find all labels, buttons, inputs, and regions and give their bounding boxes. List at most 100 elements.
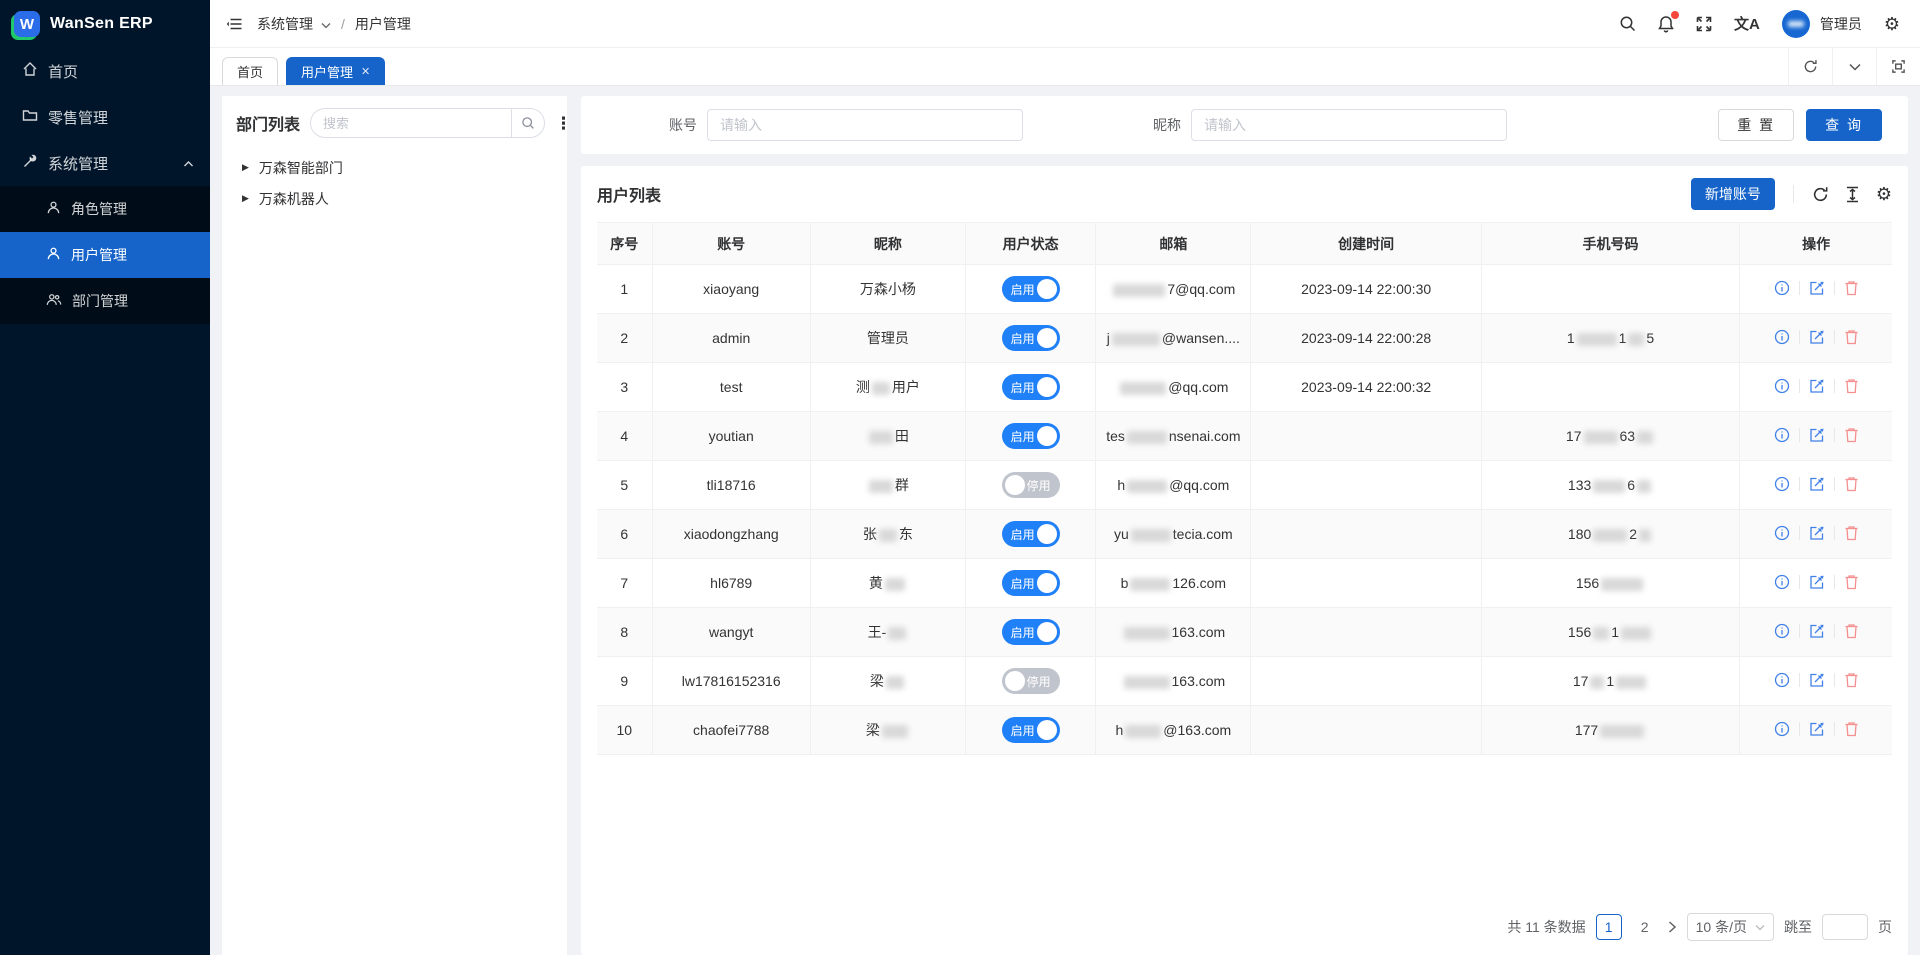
department-search-input[interactable]: [310, 108, 511, 138]
status-toggle-on[interactable]: 启用: [1002, 521, 1060, 547]
next-page-icon[interactable]: [1668, 921, 1677, 933]
cell-status: 启用: [966, 412, 1096, 461]
tree-item-dept-1[interactable]: ▶ 万森智能部门: [236, 152, 553, 183]
delete-icon[interactable]: [1844, 329, 1859, 345]
tree-item-label: 万森智能部门: [259, 158, 343, 178]
redacted-text: [885, 578, 905, 591]
table-row: 2admin管理员启用j@wansen....2023-09-14 22:00:…: [597, 314, 1892, 363]
delete-icon[interactable]: [1844, 672, 1859, 688]
status-toggle-on[interactable]: 启用: [1002, 325, 1060, 351]
redacted-text: [882, 725, 908, 738]
delete-icon[interactable]: [1844, 623, 1859, 639]
info-icon[interactable]: [1774, 378, 1790, 394]
sidebar-item-system[interactable]: 系统管理: [0, 140, 210, 186]
status-toggle-on[interactable]: 启用: [1002, 276, 1060, 302]
sidebar-item-dept-mgmt[interactable]: 部门管理: [0, 278, 210, 324]
gear-icon[interactable]: ⚙: [1876, 185, 1892, 203]
toggle-knob: [1037, 377, 1057, 397]
cell-account: wangyt: [652, 608, 810, 657]
account-filter-input[interactable]: [707, 109, 1023, 141]
delete-icon[interactable]: [1844, 378, 1859, 394]
sidebar-item-role-mgmt[interactable]: 角色管理: [0, 186, 210, 232]
cell-actions: [1740, 363, 1892, 412]
edit-icon[interactable]: [1809, 672, 1825, 688]
status-toggle-off[interactable]: 停用: [1002, 668, 1060, 694]
cell-status: 启用: [966, 265, 1096, 314]
edit-icon[interactable]: [1809, 427, 1825, 443]
divider: [1799, 624, 1800, 638]
status-toggle-on[interactable]: 启用: [1002, 423, 1060, 449]
edit-icon[interactable]: [1809, 574, 1825, 590]
avatar[interactable]: [1782, 10, 1810, 38]
jump-page-input[interactable]: [1822, 914, 1868, 940]
status-toggle-on[interactable]: 启用: [1002, 570, 1060, 596]
more-options-icon[interactable]: ⋮: [555, 115, 572, 132]
tab-user-mgmt[interactable]: 用户管理 ✕: [286, 57, 385, 85]
cell-phone: [1481, 363, 1739, 412]
edit-icon[interactable]: [1809, 280, 1825, 296]
chevron-down-icon[interactable]: [1832, 48, 1876, 85]
info-icon[interactable]: [1774, 525, 1790, 541]
row-height-icon[interactable]: [1845, 186, 1860, 203]
department-search-button[interactable]: [511, 108, 545, 138]
maximize-icon[interactable]: [1876, 48, 1920, 85]
delete-icon[interactable]: [1844, 280, 1859, 296]
gear-icon[interactable]: ⚙: [1884, 15, 1900, 33]
user-table: 序号 账号 昵称 用户状态 邮箱 创建时间 手机号码 操作 1xiaoyang万…: [597, 222, 1892, 755]
status-toggle-off[interactable]: 停用: [1002, 472, 1060, 498]
edit-icon[interactable]: [1809, 623, 1825, 639]
edit-icon[interactable]: [1809, 329, 1825, 345]
status-toggle-on[interactable]: 启用: [1002, 619, 1060, 645]
close-icon[interactable]: ✕: [361, 65, 370, 78]
refresh-icon[interactable]: [1788, 48, 1832, 85]
cell-created: [1251, 608, 1481, 657]
info-icon[interactable]: [1774, 280, 1790, 296]
info-icon[interactable]: [1774, 476, 1790, 492]
menu-fold-icon[interactable]: [226, 16, 243, 32]
delete-icon[interactable]: [1844, 525, 1859, 541]
tree-item-dept-2[interactable]: ▶ 万森机器人: [236, 183, 553, 214]
bell-icon[interactable]: [1658, 15, 1674, 33]
app-window: W WanSen ERP 首页 零售管理 系统管理 角色管理: [0, 0, 1920, 955]
add-account-button[interactable]: 新增账号: [1691, 178, 1775, 210]
table-row: 6xiaodongzhang张东启用yutecia.com1802: [597, 510, 1892, 559]
divider: [1834, 330, 1835, 344]
sidebar-item-retail[interactable]: 零售管理: [0, 94, 210, 140]
delete-icon[interactable]: [1844, 574, 1859, 590]
edit-icon[interactable]: [1809, 525, 1825, 541]
caret-right-icon[interactable]: ▶: [242, 193, 249, 204]
page-button-2[interactable]: 2: [1632, 914, 1658, 940]
current-user-name[interactable]: 管理员: [1820, 14, 1862, 34]
status-toggle-on[interactable]: 启用: [1002, 374, 1060, 400]
delete-icon[interactable]: [1844, 721, 1859, 737]
refresh-icon[interactable]: [1812, 186, 1829, 203]
reset-button[interactable]: 重 置: [1718, 109, 1794, 141]
search-icon[interactable]: [1619, 15, 1636, 32]
translate-icon[interactable]: 文A: [1734, 13, 1760, 34]
delete-icon[interactable]: [1844, 476, 1859, 492]
search-button[interactable]: 查 询: [1806, 109, 1882, 141]
row-actions: [1774, 378, 1859, 394]
edit-icon[interactable]: [1809, 476, 1825, 492]
cell-account: admin: [652, 314, 810, 363]
info-icon[interactable]: [1774, 427, 1790, 443]
nickname-filter-input[interactable]: [1191, 109, 1507, 141]
table-row: 10chaofei7788梁启用h@163.com177: [597, 706, 1892, 755]
tab-home[interactable]: 首页: [222, 57, 278, 85]
fullscreen-icon[interactable]: [1696, 16, 1712, 32]
info-icon[interactable]: [1774, 574, 1790, 590]
info-icon[interactable]: [1774, 329, 1790, 345]
sidebar-item-home[interactable]: 首页: [0, 48, 210, 94]
caret-right-icon[interactable]: ▶: [242, 162, 249, 173]
page-size-select[interactable]: 10 条/页: [1687, 913, 1774, 941]
info-icon[interactable]: [1774, 672, 1790, 688]
delete-icon[interactable]: [1844, 427, 1859, 443]
breadcrumb-section[interactable]: 系统管理: [257, 14, 313, 34]
status-toggle-on[interactable]: 启用: [1002, 717, 1060, 743]
sidebar-item-user-mgmt[interactable]: 用户管理: [0, 232, 210, 278]
page-button-1[interactable]: 1: [1596, 914, 1622, 940]
edit-icon[interactable]: [1809, 378, 1825, 394]
info-icon[interactable]: [1774, 721, 1790, 737]
info-icon[interactable]: [1774, 623, 1790, 639]
edit-icon[interactable]: [1809, 721, 1825, 737]
